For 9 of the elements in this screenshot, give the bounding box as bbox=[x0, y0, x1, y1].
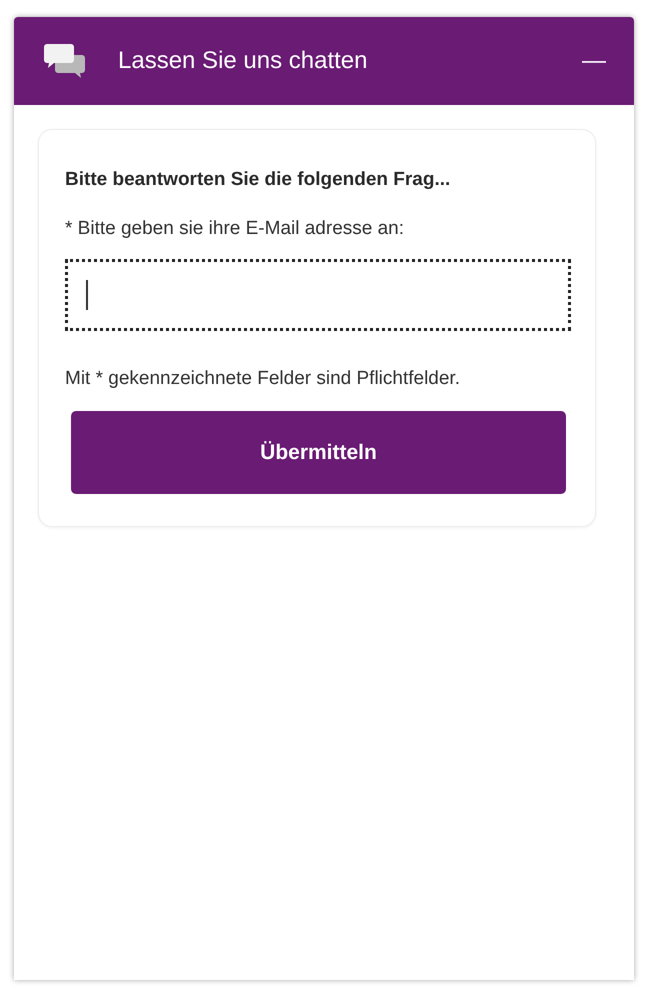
email-input-field[interactable] bbox=[65, 259, 571, 331]
form-heading: Bitte beantworten Sie die folgenden Frag... bbox=[65, 168, 452, 192]
chat-title: Lassen Sie uns chatten bbox=[118, 46, 368, 76]
chat-bubbles-icon bbox=[44, 43, 86, 79]
text-cursor bbox=[86, 280, 88, 310]
submit-button[interactable]: Übermitteln bbox=[71, 411, 566, 494]
required-note: Mit * gekennzeichnete Felder sind Pflichtfelder. bbox=[65, 367, 461, 391]
field-label: * Bitte geben sie ihre E-Mail adresse an: bbox=[65, 216, 406, 240]
minimize-button[interactable]: — bbox=[582, 49, 606, 73]
